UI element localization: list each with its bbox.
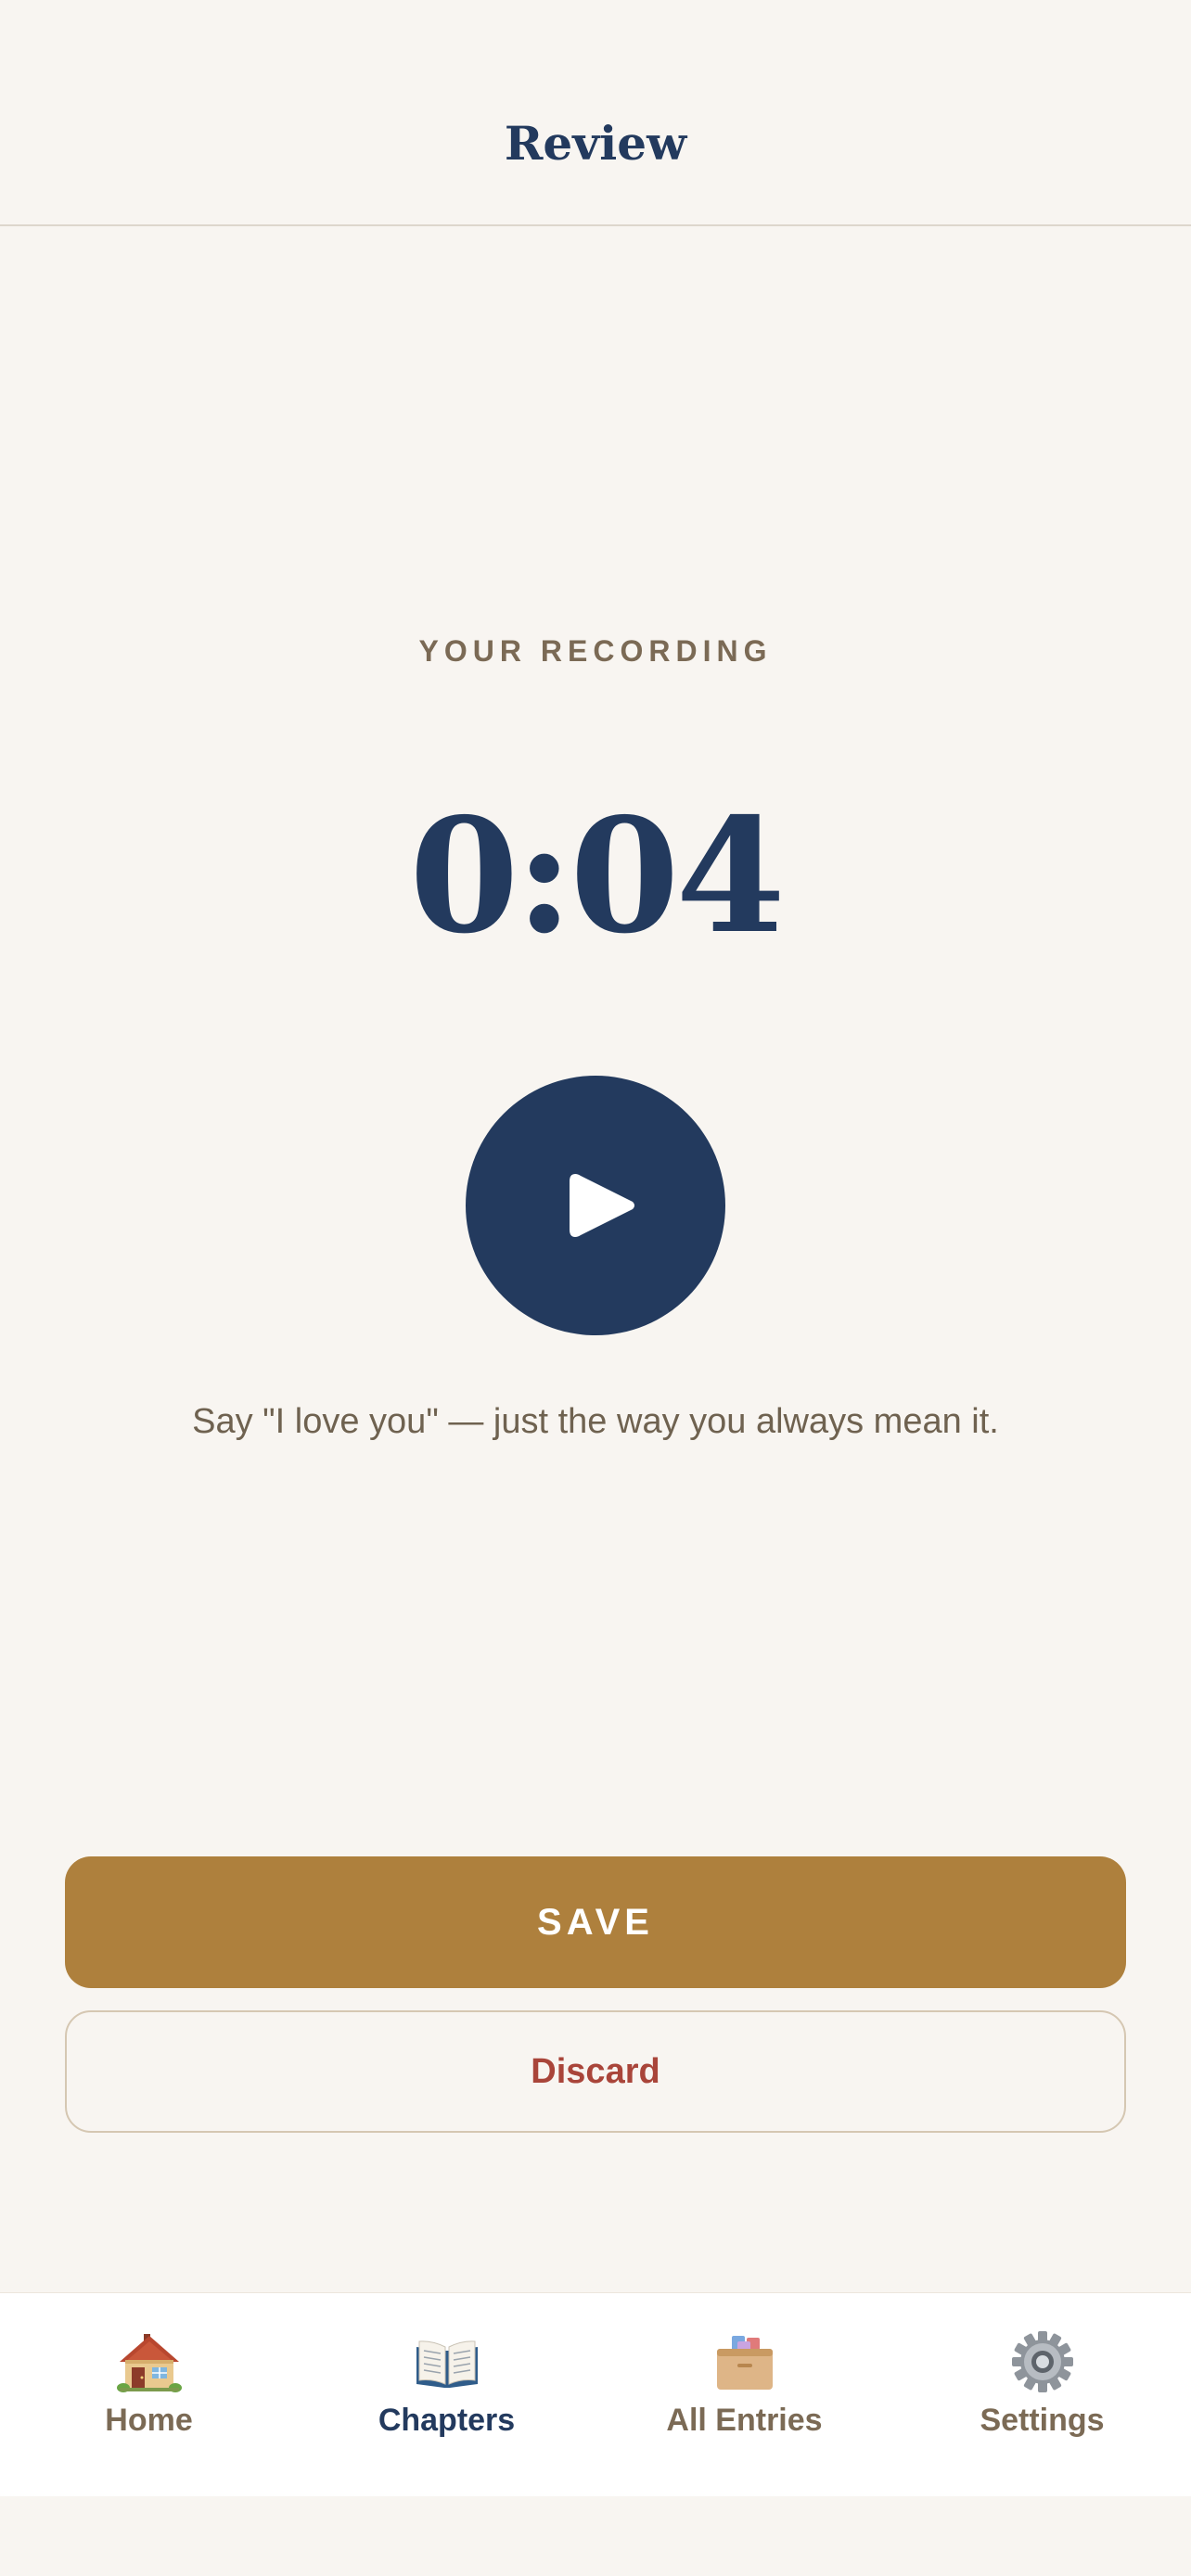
recording-prompt: Say "I love you" — just the way you alwa…: [192, 1402, 999, 1441]
card-file-box-icon: [716, 2336, 773, 2390]
tab-settings-label: Settings: [980, 2403, 1105, 2438]
tab-all-entries-label: All Entries: [666, 2403, 823, 2438]
gear-icon: [1011, 2331, 1073, 2392]
tab-chapters-label: Chapters: [378, 2403, 516, 2438]
page-title: Review: [504, 116, 687, 171]
tab-all-entries[interactable]: All Entries: [596, 2293, 893, 2496]
recording-duration: 0:04: [409, 784, 786, 969]
tab-settings[interactable]: Settings: [893, 2293, 1191, 2496]
open-book-icon: [416, 2340, 478, 2388]
play-icon: [570, 1174, 634, 1237]
recording-section-label: YOUR RECORDING: [418, 634, 773, 668]
save-button[interactable]: SAVE: [65, 1856, 1126, 1988]
header-bar: Review: [0, 0, 1191, 226]
bottom-tab-bar: Home Chapters All Entries Settings: [0, 2292, 1191, 2496]
house-icon: [116, 2334, 182, 2392]
tab-chapters[interactable]: Chapters: [298, 2293, 596, 2496]
play-button[interactable]: [466, 1076, 725, 1335]
discard-button[interactable]: Discard: [65, 2010, 1126, 2133]
tab-home-label: Home: [105, 2403, 193, 2438]
tab-home[interactable]: Home: [0, 2293, 298, 2496]
